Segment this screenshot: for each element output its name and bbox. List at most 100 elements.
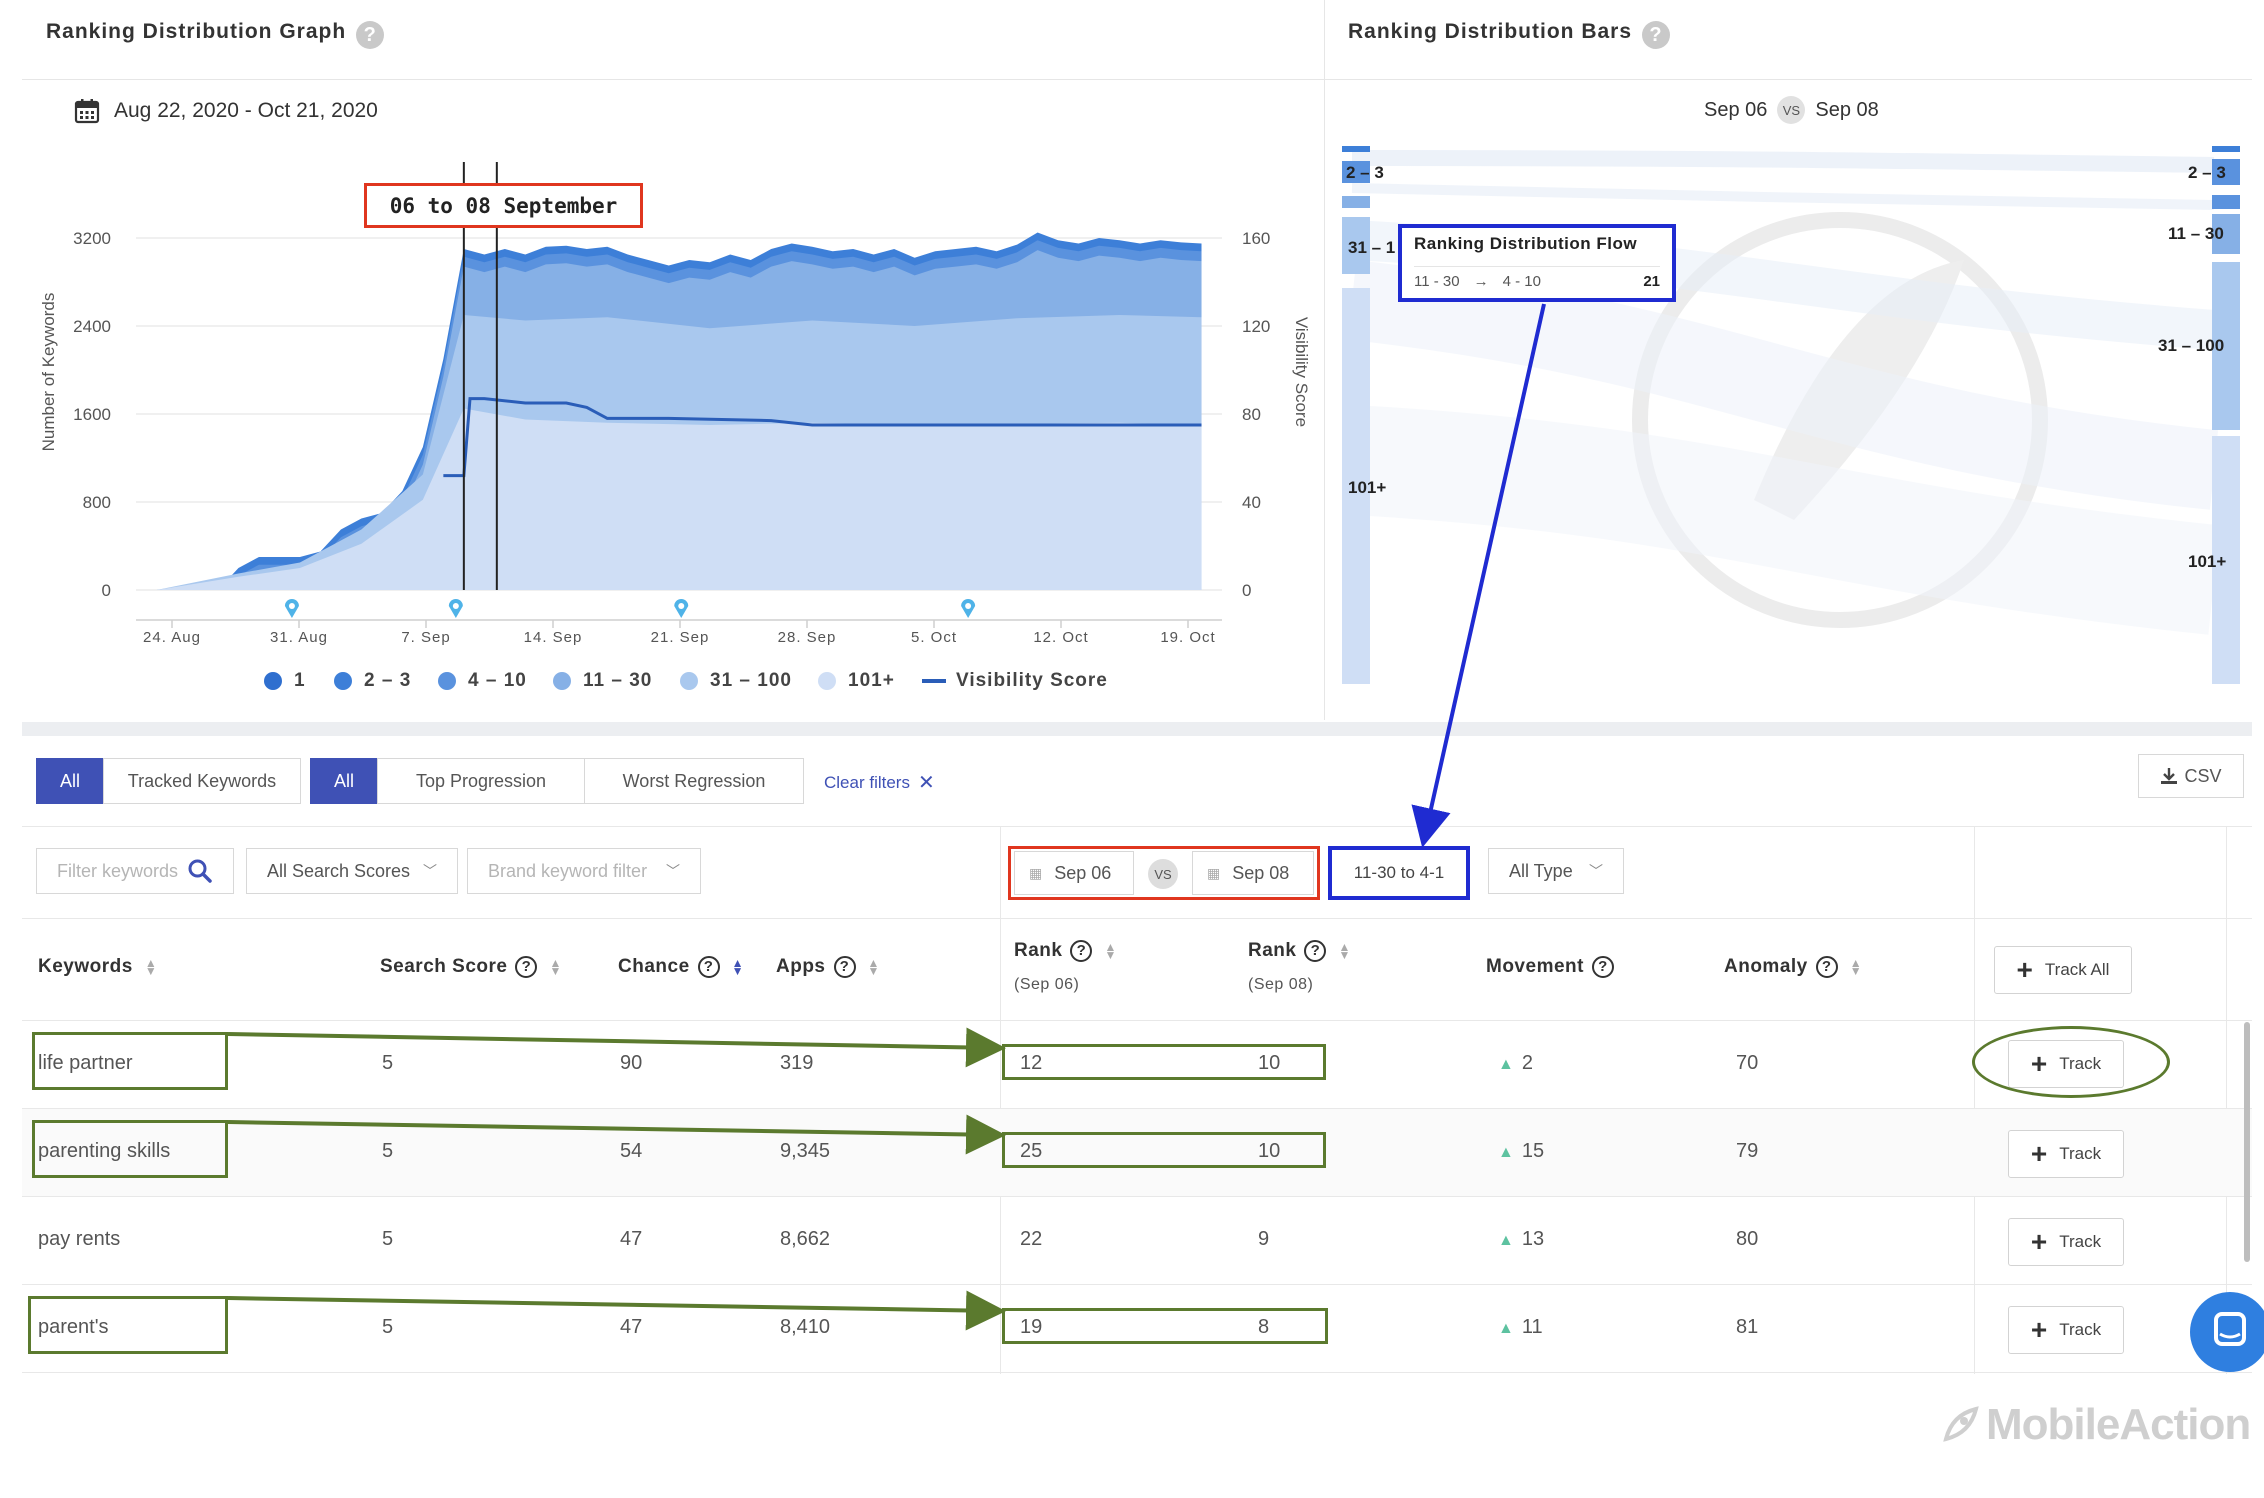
- header-keywords[interactable]: Keywords ▲ ▼: [38, 956, 157, 978]
- anomaly-cell: 81: [1736, 1316, 1759, 1338]
- legend-item-2-3[interactable]: 2 – 3: [334, 670, 411, 692]
- movement-value: 11: [1521, 1316, 1543, 1338]
- right-bar-4-10[interactable]: [2212, 195, 2240, 209]
- header-search-score[interactable]: Search Score? ▲ ▼: [380, 956, 562, 978]
- arrow-right-icon: [227, 1027, 1006, 1068]
- keyword-highlight: [28, 1296, 228, 1354]
- filter-all-keywords-button[interactable]: All: [36, 758, 104, 804]
- movement-cell: ▲ 2: [1498, 1052, 1533, 1075]
- download-icon: [2161, 768, 2178, 784]
- filter-top-progression-button[interactable]: Top Progression: [377, 758, 585, 804]
- apps-cell[interactable]: 8,410: [780, 1316, 830, 1339]
- track-button-highlight: [1972, 1026, 2170, 1098]
- y-left-tick-label: 1600: [73, 405, 111, 424]
- header-apps[interactable]: Apps? ▲ ▼: [776, 956, 880, 978]
- divider: [22, 1020, 2252, 1021]
- track-button[interactable]: + Track: [2008, 1130, 2124, 1178]
- sort-icon[interactable]: ▲ ▼: [1338, 941, 1350, 961]
- track-button[interactable]: + Track: [2008, 1218, 2124, 1266]
- help-icon[interactable]: ?: [1304, 940, 1327, 962]
- tooltip-from: 11 - 30: [1414, 273, 1460, 290]
- help-icon[interactable]: ?: [1815, 956, 1838, 978]
- y-right-tick-label: 160: [1242, 229, 1270, 248]
- filter-worst-regression-button[interactable]: Worst Regression: [584, 758, 804, 804]
- apps-cell[interactable]: 319: [780, 1052, 813, 1075]
- rank-range-filter[interactable]: 11-30 to 4-1: [1328, 846, 1470, 900]
- ranking-distribution-bars[interactable]: [1324, 0, 2264, 720]
- ranking-distribution-chart[interactable]: 3200 2400 1600 800 0 160 120 80 40 0 24. Aug 31. Au…: [0, 0, 1324, 720]
- header-chance[interactable]: Chance? ▲ ▼: [618, 956, 744, 978]
- track-label: Track: [2059, 1320, 2102, 1339]
- legend-item-visibility[interactable]: Visibility Score: [922, 670, 1108, 692]
- right-bar-label-31-100: 31 – 100: [2158, 336, 2225, 355]
- header-rank-from-text: Rank: [1014, 940, 1063, 961]
- header-rank-to[interactable]: Rank? ▲ ▼ (Sep 08): [1248, 940, 1351, 994]
- x-tick-label: 14. Sep: [524, 629, 583, 646]
- right-bar-label-101: 101+: [2188, 552, 2227, 571]
- movement-cell: ▲ 15: [1498, 1140, 1544, 1163]
- legend-item-4-10[interactable]: 4 – 10: [438, 670, 527, 692]
- header-movement[interactable]: Movement?: [1486, 956, 1614, 978]
- table-scrollbar[interactable]: [2244, 1022, 2250, 1262]
- watermark-text: MobileAction: [1986, 1400, 2251, 1449]
- filter-all-movement-button[interactable]: All: [310, 758, 378, 804]
- legend-item-1[interactable]: 1: [264, 670, 306, 692]
- track-label: Track: [2059, 1144, 2102, 1163]
- header-apps-text: Apps: [776, 956, 826, 977]
- track-button[interactable]: + Track: [2008, 1306, 2124, 1354]
- header-search-score-text: Search Score: [380, 956, 508, 977]
- left-bar-1[interactable]: [1342, 146, 1370, 152]
- header-rank-from[interactable]: Rank? ▲ ▼ (Sep 06): [1014, 940, 1117, 994]
- help-icon[interactable]: ?: [833, 956, 856, 978]
- date-from-picker[interactable]: ▦ Sep 06: [1014, 851, 1134, 895]
- keyword-highlight: [32, 1120, 228, 1178]
- sort-icon[interactable]: ▲ ▼: [732, 957, 744, 977]
- plus-icon: +: [2016, 954, 2033, 985]
- sort-icon[interactable]: ▲ ▼: [1850, 957, 1862, 977]
- legend-label: 31 – 100: [710, 670, 792, 691]
- left-bar-4-10[interactable]: [1342, 196, 1370, 208]
- column-divider: [1974, 826, 1975, 1374]
- help-icon[interactable]: ?: [515, 956, 538, 978]
- right-bar-1[interactable]: [2212, 146, 2240, 152]
- sort-icon[interactable]: ▲ ▼: [145, 957, 157, 977]
- arrow-right-icon: [227, 1290, 1006, 1331]
- search-icon[interactable]: [187, 858, 213, 884]
- sort-icon[interactable]: ▲ ▼: [868, 957, 880, 977]
- type-select[interactable]: All Type ﹀: [1488, 848, 1624, 894]
- close-icon: ✕: [917, 772, 935, 794]
- search-scores-select[interactable]: All Search Scores ﹀: [246, 848, 458, 894]
- chance-cell: 90: [620, 1052, 643, 1074]
- legend-label: 2 – 3: [364, 670, 412, 691]
- legend-item-11-30[interactable]: 11 – 30: [553, 670, 652, 692]
- legend-label: 101+: [848, 670, 895, 691]
- apps-cell[interactable]: 8,662: [780, 1228, 830, 1251]
- chevron-down-icon: ﹀: [1589, 863, 1603, 879]
- rank-highlight: [1002, 1044, 1326, 1080]
- sort-icon[interactable]: ▲ ▼: [1104, 941, 1116, 961]
- legend-item-31-100[interactable]: 31 – 100: [680, 670, 792, 692]
- date-to-picker[interactable]: ▦ Sep 08: [1192, 851, 1314, 895]
- map-pin-dot: [288, 603, 295, 609]
- brand-keyword-filter-select[interactable]: Brand keyword filter ﹀: [467, 848, 701, 894]
- help-icon[interactable]: ?: [1591, 956, 1614, 978]
- divider: [22, 1284, 2252, 1285]
- apps-cell[interactable]: 9,345: [780, 1140, 830, 1163]
- clear-filters-link[interactable]: Clear filters ✕: [824, 770, 935, 795]
- filter-tracked-keywords-button[interactable]: Tracked Keywords: [103, 758, 301, 804]
- help-icon[interactable]: ?: [697, 956, 720, 978]
- chat-launcher-button[interactable]: [2190, 1292, 2264, 1372]
- help-icon[interactable]: ?: [1070, 940, 1093, 962]
- legend-item-101[interactable]: 101+: [818, 670, 895, 692]
- csv-export-button[interactable]: CSV: [2138, 754, 2244, 798]
- filter-keywords-input[interactable]: Filter keywords: [36, 848, 234, 894]
- header-rank-to-text: Rank: [1248, 940, 1297, 961]
- search-score-cell: 5: [382, 1228, 394, 1250]
- y-right-tick-label: 80: [1242, 405, 1261, 424]
- sort-icon[interactable]: ▲ ▼: [549, 957, 561, 977]
- track-all-label: Track All: [2044, 960, 2110, 979]
- track-all-button[interactable]: + Track All: [1994, 946, 2132, 994]
- header-anomaly[interactable]: Anomaly? ▲ ▼: [1724, 956, 1862, 978]
- keyword-cell[interactable]: pay rents: [38, 1228, 120, 1251]
- arrow-up-icon: ▲: [1498, 1056, 1514, 1073]
